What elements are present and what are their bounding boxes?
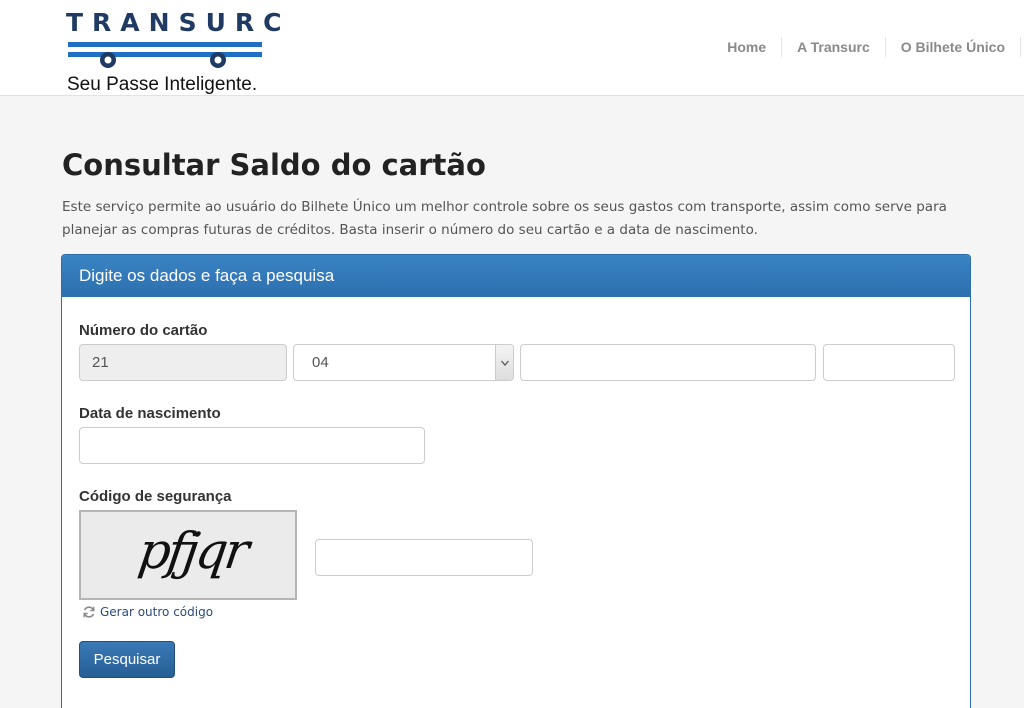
- card-type-value: 04: [312, 354, 329, 371]
- birth-date-label: Data de nascimento: [79, 405, 221, 422]
- logo-stripe: [68, 42, 262, 47]
- page-title: Consultar Saldo do cartão: [62, 148, 486, 182]
- captcha-text: pfjqr: [134, 522, 251, 580]
- captcha-input[interactable]: [315, 539, 533, 576]
- transurc-logo[interactable]: TRANSURC Seu Passe Inteligente.: [66, 4, 291, 96]
- chevron-down-icon[interactable]: [495, 345, 513, 380]
- refresh-captcha-label: Gerar outro código: [100, 605, 214, 619]
- card-number-field[interactable]: [520, 344, 816, 381]
- site-header: TRANSURC Seu Passe Inteligente. Home A T…: [0, 0, 1024, 96]
- card-type-select[interactable]: 04: [293, 344, 514, 381]
- security-code-label: Código de segurança: [79, 488, 232, 505]
- main-nav: Home A Transurc O Bilhete Único: [712, 37, 1024, 57]
- nav-bilhete-unico[interactable]: O Bilhete Único: [884, 37, 1020, 57]
- nav-a-transurc[interactable]: A Transurc: [781, 37, 885, 57]
- nav-divider: [1020, 37, 1024, 57]
- panel-title: Digite os dados e faça a pesquisa: [62, 255, 970, 297]
- page-intro: Este serviço permite ao usuário do Bilhe…: [62, 199, 947, 238]
- birth-date-field[interactable]: [79, 427, 425, 464]
- logo-tagline: Seu Passe Inteligente.: [67, 74, 258, 95]
- logo-wordmark: TRANSURC: [66, 8, 291, 37]
- bus-icon: [68, 52, 262, 68]
- nav-home[interactable]: Home: [712, 37, 781, 57]
- refresh-captcha-link[interactable]: Gerar outro código: [82, 605, 213, 619]
- card-prefix-field: 21: [79, 344, 287, 381]
- search-button[interactable]: Pesquisar: [79, 641, 175, 678]
- search-panel: Digite os dados e faça a pesquisa Número…: [61, 254, 971, 708]
- card-digit-field[interactable]: [823, 344, 955, 381]
- card-number-label: Número do cartão: [79, 322, 208, 339]
- captcha-image: pfjqr: [79, 510, 297, 600]
- refresh-icon: [83, 606, 95, 618]
